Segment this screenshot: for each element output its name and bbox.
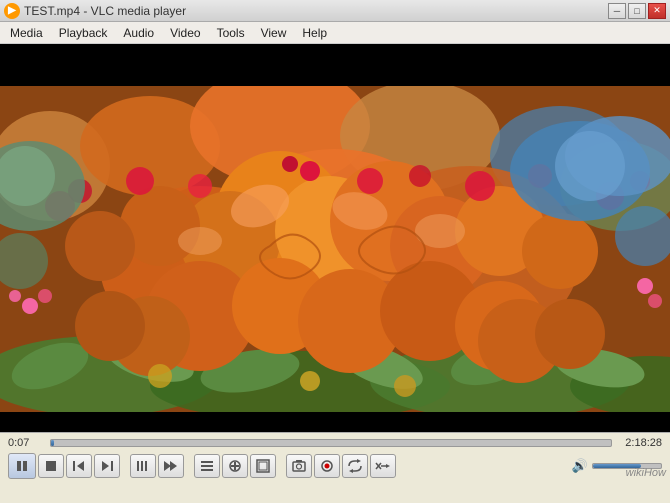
- slow-button[interactable]: [130, 454, 156, 478]
- pause-icon: [15, 459, 29, 473]
- menu-view[interactable]: View: [253, 22, 295, 43]
- progress-fill: [51, 440, 54, 446]
- maximize-button[interactable]: □: [628, 3, 646, 19]
- fast-button[interactable]: [158, 454, 184, 478]
- stop-icon: [45, 460, 57, 472]
- frame-icon: [256, 459, 270, 473]
- left-controls: [8, 453, 396, 479]
- time-current: 0:07: [8, 437, 44, 449]
- stop-button[interactable]: [38, 454, 64, 478]
- progress-bar[interactable]: [50, 439, 612, 447]
- extended-button[interactable]: [222, 454, 248, 478]
- menu-media[interactable]: Media: [2, 22, 51, 43]
- loop-icon: [347, 459, 363, 473]
- loop-button[interactable]: [342, 454, 368, 478]
- playlist-toggle-button[interactable]: [194, 454, 220, 478]
- menu-video[interactable]: Video: [162, 22, 208, 43]
- pause-button[interactable]: [8, 453, 36, 479]
- title-bar: ▶ TEST.mp4 - VLC media player ─ □ ✕: [0, 0, 670, 22]
- buttons-row: 🔊: [0, 451, 670, 481]
- close-button[interactable]: ✕: [648, 3, 666, 19]
- video-area: [0, 44, 670, 432]
- menu-bar: Media Playback Audio Video Tools View He…: [0, 22, 670, 44]
- menu-playback[interactable]: Playback: [51, 22, 116, 43]
- video-frame: [0, 86, 670, 412]
- playlist-icon: [200, 459, 214, 473]
- watermark: wikiHow: [626, 467, 666, 479]
- controls-area: 0:07 2:18:28: [0, 432, 670, 503]
- minimize-button[interactable]: ─: [608, 3, 626, 19]
- progress-row: 0:07 2:18:28: [0, 433, 670, 451]
- prev-frame-button[interactable]: [66, 454, 92, 478]
- snapshot-button[interactable]: [286, 454, 312, 478]
- menu-audio[interactable]: Audio: [115, 22, 162, 43]
- prev-frame-icon: [72, 459, 86, 473]
- random-icon: [375, 459, 391, 473]
- volume-icon[interactable]: 🔊: [572, 458, 588, 474]
- slow-icon: [136, 459, 150, 473]
- next-frame-icon: [100, 459, 114, 473]
- video-content: [0, 86, 670, 412]
- random-button[interactable]: [370, 454, 396, 478]
- time-total: 2:18:28: [618, 437, 662, 449]
- menu-help[interactable]: Help: [294, 22, 335, 43]
- record-button[interactable]: [314, 454, 340, 478]
- vlc-icon: ▶: [4, 3, 20, 19]
- frame-button[interactable]: [250, 454, 276, 478]
- record-icon: [320, 459, 334, 473]
- extended-icon: [228, 459, 242, 473]
- window-title: TEST.mp4 - VLC media player: [24, 4, 186, 18]
- next-frame-button[interactable]: [94, 454, 120, 478]
- menu-tools[interactable]: Tools: [209, 22, 253, 43]
- title-bar-left: ▶ TEST.mp4 - VLC media player: [4, 3, 186, 19]
- fast-icon: [163, 459, 179, 473]
- snapshot-icon: [292, 459, 306, 473]
- black-bar-top: [0, 44, 670, 86]
- black-bar-bottom: [0, 412, 670, 432]
- window-controls: ─ □ ✕: [608, 3, 666, 19]
